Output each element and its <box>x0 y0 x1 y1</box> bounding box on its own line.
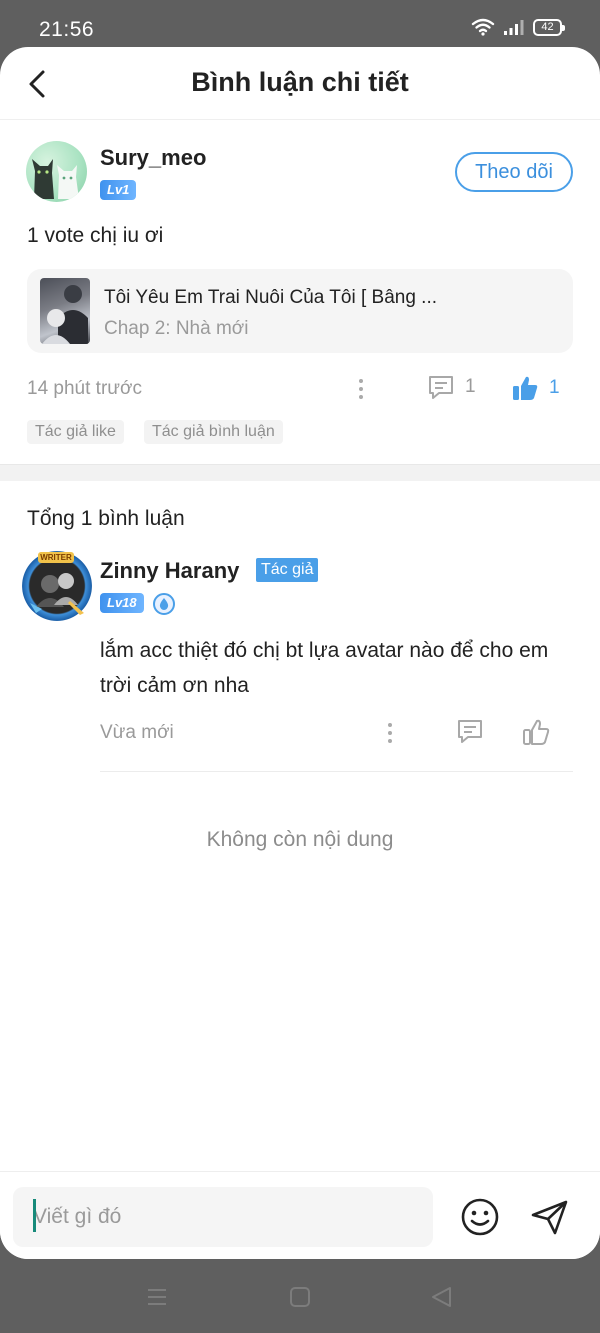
smiley-icon <box>461 1198 499 1236</box>
like-count: 1 <box>549 377 560 398</box>
writer-tag: WRITER <box>38 552 74 563</box>
comment-count: 1 <box>465 376 476 397</box>
comment-input-bar <box>0 1171 600 1259</box>
story-chapter: Chap 2: Nhà mới <box>104 318 249 339</box>
more-options-button[interactable] <box>351 374 371 404</box>
wifi-icon <box>471 18 495 36</box>
author-badge: Tác giả <box>256 558 319 582</box>
thumbs-up-filled-icon <box>513 376 538 400</box>
tag-author-commented: Tác giả bình luận <box>144 420 283 444</box>
reply-more-options-button[interactable] <box>380 718 400 748</box>
post-meta-row: 14 phút trước 1 1 <box>27 374 573 404</box>
emoji-button[interactable] <box>459 1196 501 1238</box>
story-card[interactable]: Tôi Yêu Em Trai Nuôi Của Tôi [ Bâng ... … <box>27 269 573 353</box>
back-triangle-icon <box>432 1287 451 1307</box>
header: Bình luận chi tiết <box>0 47 600 120</box>
section-divider <box>0 464 600 481</box>
signal-icon <box>504 20 524 35</box>
text-caret <box>33 1199 36 1232</box>
cat-avatar-icon <box>32 159 79 199</box>
droplet-icon <box>159 598 169 610</box>
avatar[interactable] <box>26 141 87 202</box>
post-time: 14 phút trước <box>27 378 142 399</box>
reply-time: Vừa mới <box>100 722 174 743</box>
battery-icon: 42 <box>533 18 565 36</box>
nav-back-button[interactable] <box>427 1285 457 1309</box>
status-time: 21:56 <box>39 18 95 41</box>
comment-button[interactable]: 1 <box>427 374 476 400</box>
reply-text: lắm acc thiệt đó chị bt lựa avatar nào đ… <box>100 639 549 697</box>
reply-divider <box>100 771 573 772</box>
reply-username[interactable]: Zinny Harany <box>100 558 239 584</box>
reply-comment-button[interactable] <box>456 718 484 744</box>
nav-menu-button[interactable] <box>142 1285 172 1309</box>
reply-level-badge: Lv18 <box>100 593 144 613</box>
reply-like-button[interactable] <box>522 718 550 746</box>
menu-icon <box>148 1289 166 1305</box>
end-of-content-text: Không còn nội dung <box>206 828 394 851</box>
comment-icon <box>458 720 482 743</box>
page-title: Bình luận chi tiết <box>191 67 409 97</box>
level-badge: Lv1 <box>100 180 137 200</box>
system-nav-bar <box>0 1259 600 1333</box>
comment-input[interactable] <box>13 1187 433 1247</box>
send-icon <box>531 1200 568 1235</box>
nav-home-button[interactable] <box>285 1285 315 1309</box>
home-square-icon <box>290 1287 310 1307</box>
reply-meta-row: Vừa mới <box>100 718 573 748</box>
status-icons: 42 <box>471 18 565 36</box>
droplet-badge <box>153 593 175 615</box>
tag-author-liked: Tác giả like <box>27 420 124 444</box>
send-button[interactable] <box>528 1196 572 1238</box>
story-title: Tôi Yêu Em Trai Nuôi Của Tôi [ Bâng ... <box>104 287 438 308</box>
story-cover-image <box>40 278 90 344</box>
like-button[interactable]: 1 <box>511 374 560 402</box>
post-username[interactable]: Sury_meo <box>100 145 206 171</box>
follow-button[interactable]: Theo dõi <box>455 152 573 192</box>
comment-detail-sheet: Bình luận chi tiết Sury_meo Lv1 Theo dõi… <box>0 47 600 1259</box>
post-text: 1 vote chị iu ơi <box>27 224 164 247</box>
comment-icon <box>429 376 453 399</box>
total-comments-label: Tổng 1 bình luận <box>27 507 185 530</box>
thumbs-up-icon <box>523 719 550 745</box>
